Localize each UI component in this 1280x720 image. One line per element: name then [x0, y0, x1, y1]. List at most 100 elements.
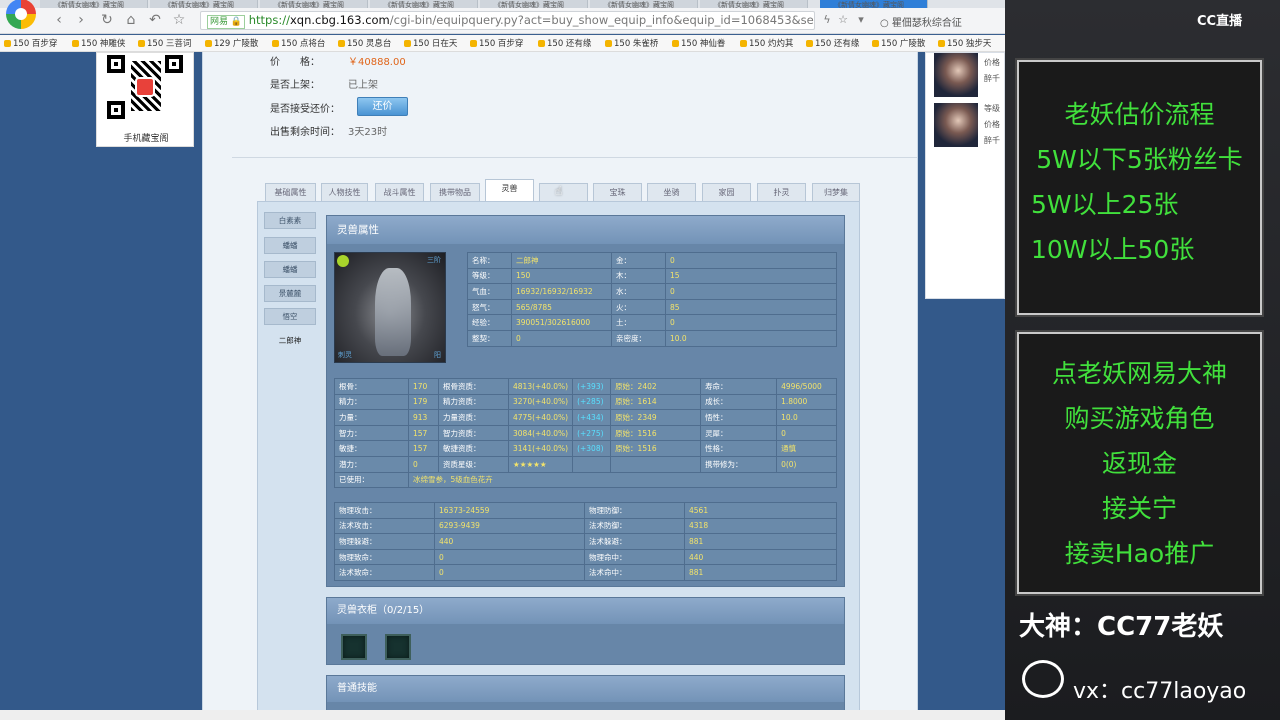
used-label: 已使用：: [334, 471, 409, 489]
home-icon[interactable]: ⌂: [122, 11, 140, 29]
undo-icon[interactable]: ↶: [146, 11, 164, 29]
tab-spirit-beast[interactable]: 灵兽: [485, 179, 534, 201]
beast-portrait[interactable]: 三阶 刺灵 阳: [334, 252, 446, 363]
seller-avatar[interactable]: [934, 103, 978, 147]
bookmark-item[interactable]: 150 神仙眷: [672, 37, 725, 49]
table-row: 敏捷： 157 敏捷资质： 3141(+40.0%) (+308) 原始：1516 性格：通…: [334, 440, 837, 457]
table-row: 力量： 913 力量资质： 4775(+40.0%) (+434) 原始：2349 悟性： 1…: [334, 409, 837, 426]
promo-line: 返现金: [1101, 449, 1177, 478]
beast-list-item[interactable]: 蟠蟠: [264, 237, 316, 254]
beast-wardrobe: 灵兽衣柜（0/2/15）: [326, 597, 845, 665]
qr-code: [107, 55, 185, 121]
table-cell: 0: [511, 329, 612, 347]
bookmark-item[interactable]: 150 点将台: [272, 37, 325, 49]
tab-dream[interactable]: 归梦集: [812, 183, 860, 201]
table-cell: 6293-9439: [434, 517, 585, 535]
tab-combat-attrs[interactable]: 战斗属性: [375, 183, 424, 201]
tab-gems[interactable]: 宝珠: [593, 183, 642, 201]
counter-offer-button[interactable]: 还价: [357, 97, 408, 116]
cc-live-logo: CC直播: [1197, 14, 1243, 29]
forward-icon[interactable]: ›: [72, 11, 90, 29]
bookmarks-bar: 150 百步穿 150 神雕侠 150 三菩词 129 广陵散 150 点将台 …: [0, 35, 1005, 52]
tab-mount[interactable]: 坐骑: [647, 183, 696, 201]
pricing-line: 10W以上50张: [1031, 235, 1195, 264]
browser-tab[interactable]: 《新倩女幽魂》藏宝阁: [590, 0, 698, 8]
search-box[interactable]: ○ 瞿佃瑟秋综合征: [880, 14, 962, 29]
browser-tab[interactable]: 《新倩女幽魂》藏宝阁: [40, 0, 148, 8]
browser-tab[interactable]: 《新倩女幽魂》藏宝阁: [480, 0, 588, 8]
beast-list-item[interactable]: 景麓麓: [264, 285, 316, 302]
used-value: 冰绵雪参，5级血色花卉: [408, 471, 837, 489]
bookmark-item[interactable]: 129 广陵散: [205, 37, 258, 49]
table-cell: 法术攻击：: [334, 517, 435, 535]
browser-tab[interactable]: 《新倩女幽魂》藏宝阁: [260, 0, 368, 8]
tab-home[interactable]: 家园: [702, 183, 751, 201]
beast-attrs-title: 灵兽属性: [327, 216, 844, 244]
table-cell: 0: [776, 424, 837, 442]
table-cell: (+275): [572, 424, 612, 442]
table-cell: 精力：: [334, 393, 409, 411]
bookmark-star-icon[interactable]: ☆: [834, 11, 852, 29]
tab-spirit[interactable]: 扑灵: [757, 183, 806, 201]
bookmark-item[interactable]: 150 还有缘: [806, 37, 859, 49]
beast-list-item-active[interactable]: 二郎神: [264, 332, 316, 349]
table-row: 名称： 二郎神 金： 0: [467, 252, 837, 269]
table-cell: 原始：1614: [610, 393, 702, 411]
wardrobe-slot[interactable]: [341, 634, 367, 660]
table-cell: 成长：: [700, 393, 778, 411]
beast-list-item[interactable]: 悟空: [264, 308, 316, 325]
back-icon[interactable]: ‹: [50, 11, 68, 29]
status-value: 已上架: [348, 80, 378, 91]
qr-card[interactable]: 手机藏宝阁: [96, 52, 194, 147]
promo-line: 接卖Hao推广: [1064, 539, 1215, 568]
url-scheme: https://: [248, 13, 290, 27]
bookmark-item[interactable]: 150 广陵散: [872, 37, 925, 49]
table-cell: 原始：1516: [610, 424, 702, 442]
bookmark-item[interactable]: 150 独步天: [938, 37, 991, 49]
bookmark-item[interactable]: 150 百步穿: [4, 37, 57, 49]
seller-info: 醉千: [984, 74, 1000, 83]
pricing-line: 5W以下5张粉丝卡: [1036, 145, 1243, 174]
address-bar[interactable]: 网易 🔒 https://xqn.cbg.163.com/cgi-bin/equ…: [200, 11, 815, 30]
counter-offer-row: 是否接受还价：: [270, 100, 348, 115]
beast-list-item[interactable]: 蟠蟠: [264, 261, 316, 278]
bookmark-item[interactable]: 150 还有缘: [538, 37, 591, 49]
table-cell: ★★★★★: [507, 455, 574, 473]
table-cell: 150: [511, 267, 612, 285]
seller-avatar[interactable]: [934, 53, 978, 97]
browser-tab[interactable]: 《新倩女幽魂》藏宝阁: [370, 0, 478, 8]
beast-list-item[interactable]: 白素素: [264, 212, 316, 229]
bookmark-item[interactable]: 150 朱雀桥: [605, 37, 658, 49]
status-row: 是否上架： 已上架: [270, 76, 378, 91]
dropdown-icon[interactable]: ▾: [852, 11, 870, 29]
table-cell: 157: [408, 440, 439, 457]
table-cell: 物理致命：: [334, 548, 435, 566]
table-cell: 3270(+40.0%): [507, 393, 574, 411]
wardrobe-title: 灵兽衣柜（0/2/15）: [327, 598, 844, 624]
browser-tab-active[interactable]: 《新倩女幽魂》藏宝阁: [820, 0, 928, 8]
bookmark-item[interactable]: 150 日在天: [404, 37, 457, 49]
tab-character-skills[interactable]: 人物技性: [321, 183, 368, 201]
table-cell: 390051/302616000: [511, 314, 612, 331]
browser-tab[interactable]: 《新倩女幽魂》藏宝阁: [700, 0, 808, 8]
table-cell: 整契：: [467, 329, 512, 347]
browser-tab[interactable]: 《新倩女幽魂》藏宝阁: [150, 0, 258, 8]
tab-basic-attrs[interactable]: 基础属性: [265, 183, 316, 201]
horizontal-scrollbar[interactable]: [0, 710, 1005, 720]
wardrobe-slot[interactable]: [385, 634, 411, 660]
browser-logo-icon[interactable]: [6, 0, 36, 29]
bookmark-item[interactable]: 150 灵息台: [338, 37, 391, 49]
counter-offer-label: 是否接受还价：: [270, 104, 340, 115]
table-row: 经验： 390051/302616000 土： 0: [467, 314, 837, 331]
bookmark-item[interactable]: 150 百步穿: [470, 37, 523, 49]
bookmark-item[interactable]: 150 灼灼其: [740, 37, 793, 49]
bookmark-item[interactable]: 150 神雕侠: [72, 37, 125, 49]
bookmark-item[interactable]: 150 三菩词: [138, 37, 191, 49]
tab-inventory[interactable]: 携带物品: [430, 183, 480, 201]
table-cell: 力量：: [334, 409, 409, 426]
table-cell: 物理攻击：: [334, 502, 435, 519]
table-row: 潜力： 0 资质星级： ★★★★★ 携带修为： 0(0): [334, 455, 837, 473]
refresh-icon[interactable]: ↻: [98, 11, 116, 29]
star-icon[interactable]: ☆: [170, 11, 188, 29]
table-cell: 0: [665, 283, 837, 300]
